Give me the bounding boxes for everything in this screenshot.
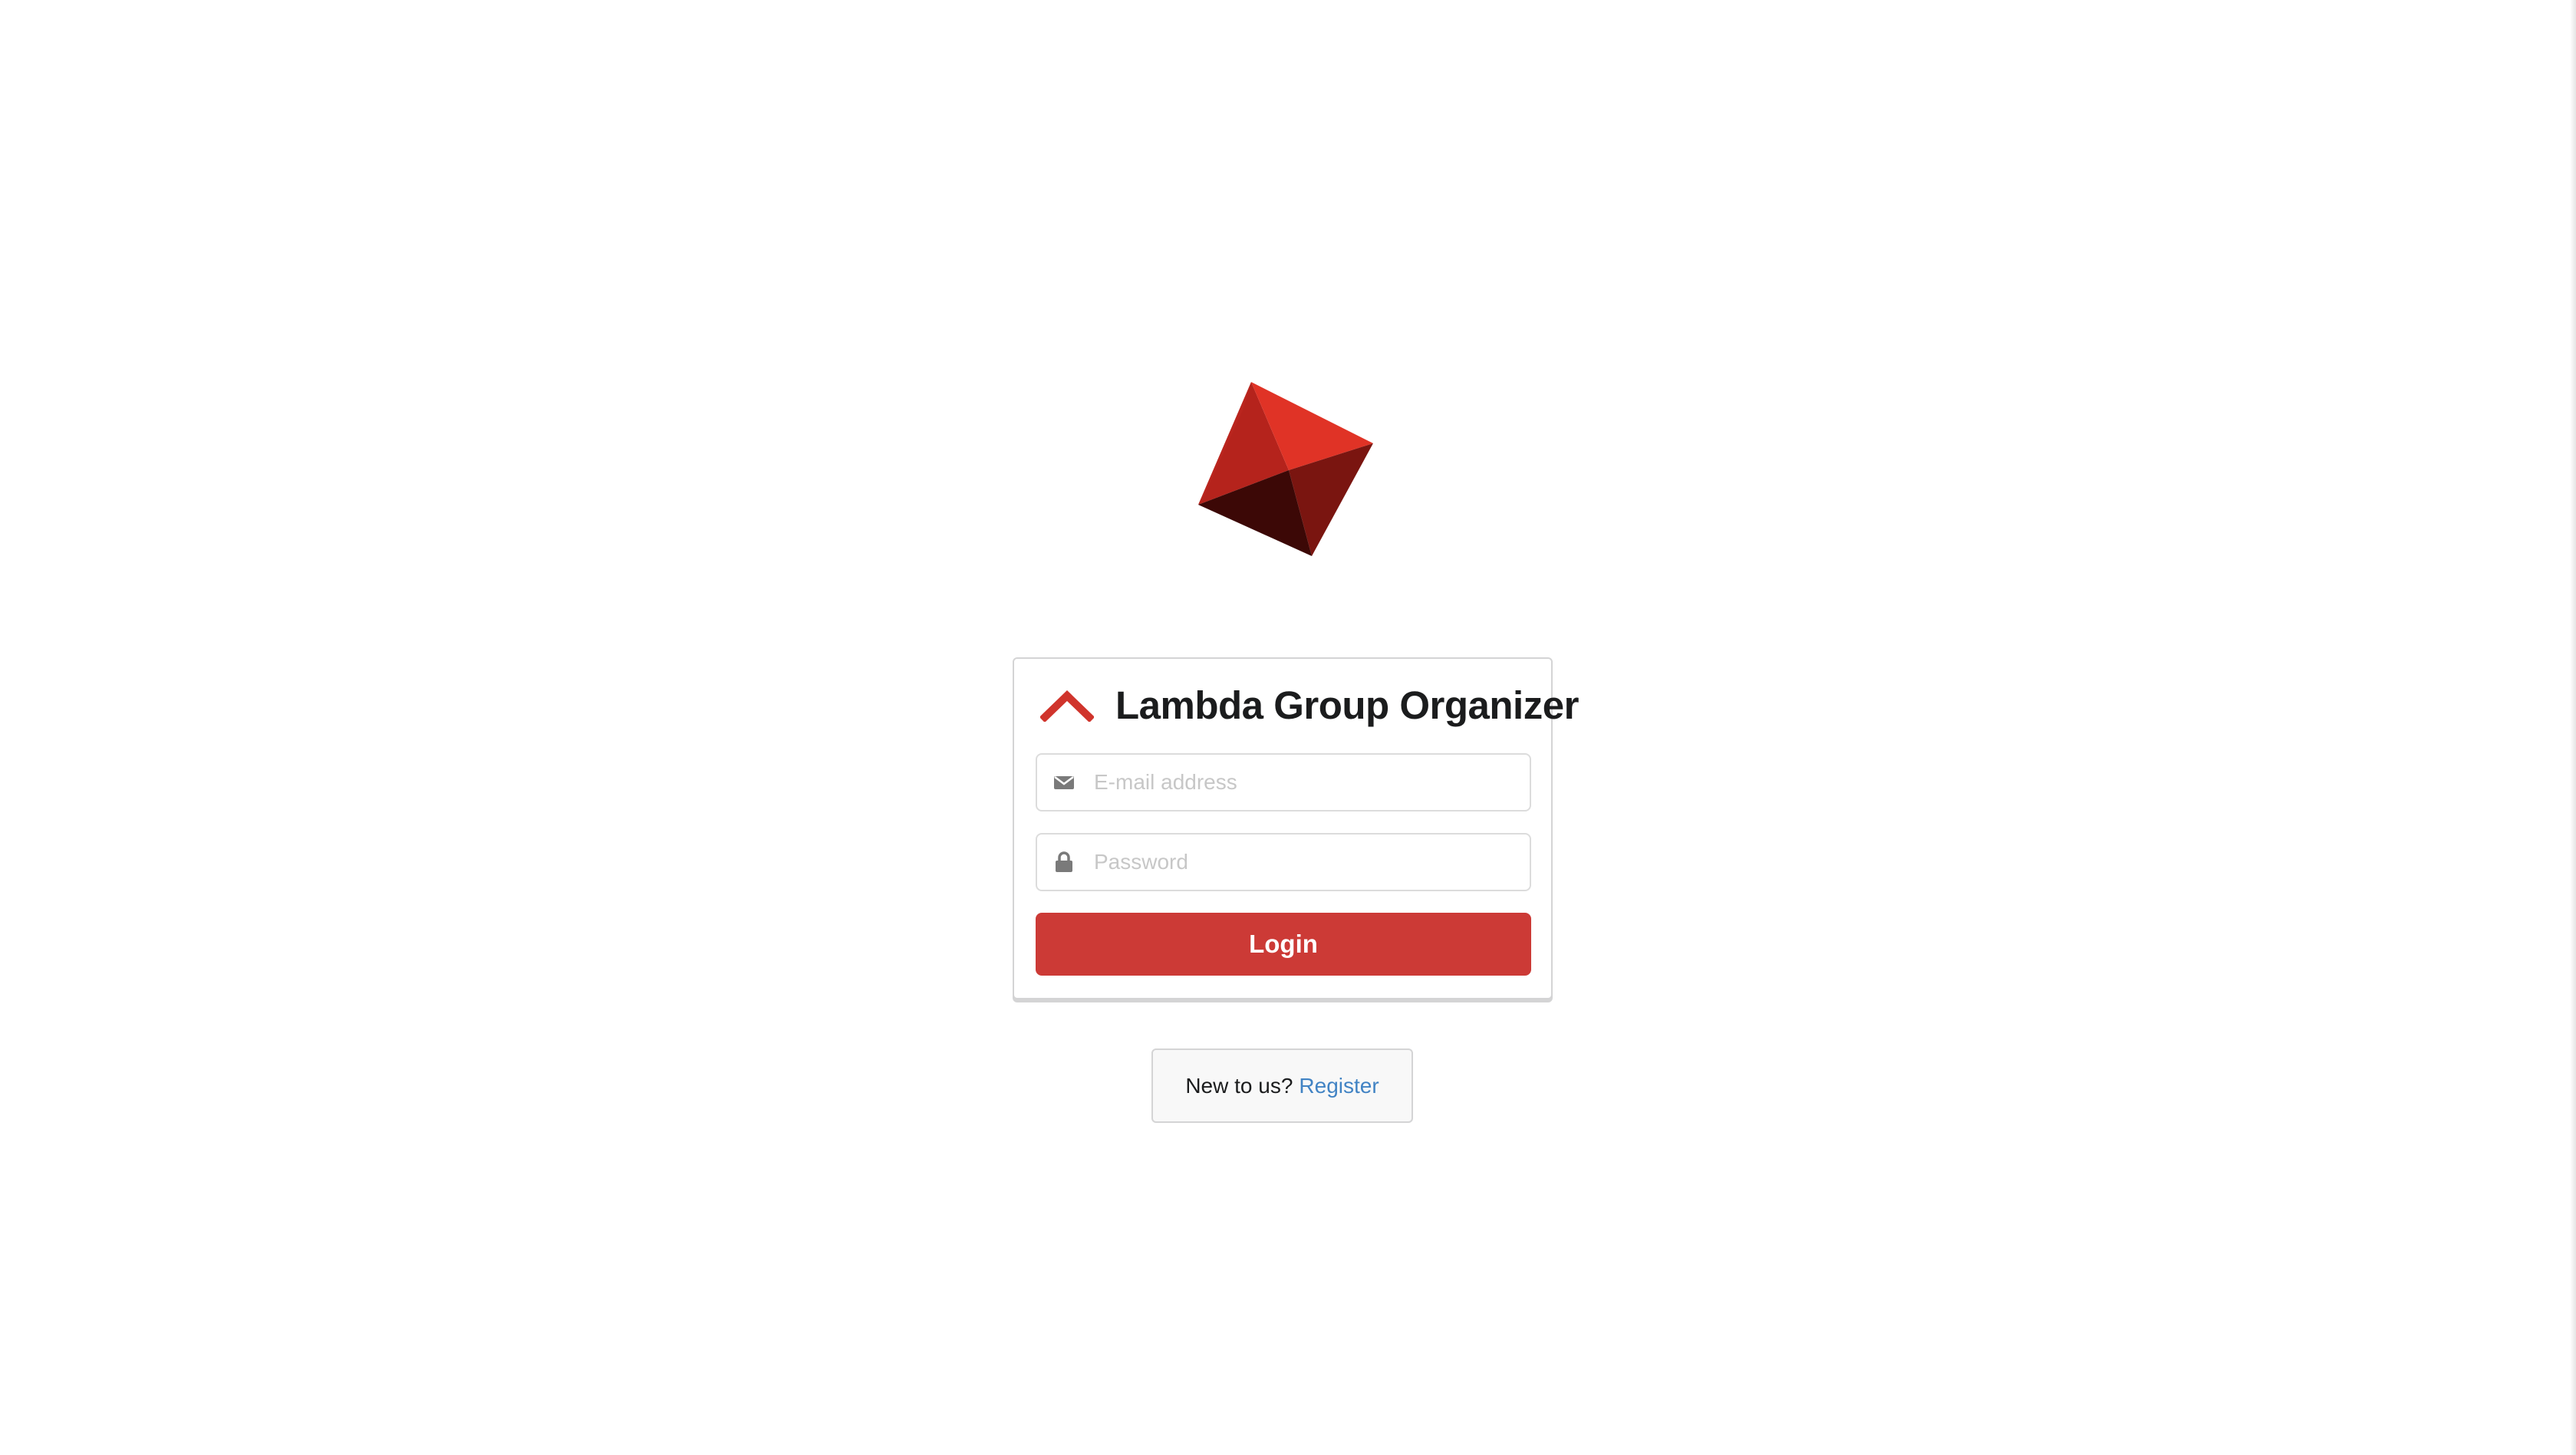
login-button[interactable]: Login xyxy=(1036,913,1531,976)
email-field[interactable] xyxy=(1036,753,1531,811)
window-edge-shadow xyxy=(2570,0,2576,1455)
login-header: Lambda Group Organizer xyxy=(1040,674,1579,736)
lock-icon xyxy=(1037,834,1091,890)
register-message: New to us? Register xyxy=(1151,1048,1413,1123)
password-input[interactable] xyxy=(1091,839,1530,885)
login-card: Lambda Group Organizer Login xyxy=(1013,657,1579,999)
chevron-up-icon xyxy=(1040,690,1094,722)
login-page: Lambda Group Organizer Login New xyxy=(0,0,2576,1455)
app-title: Lambda Group Organizer xyxy=(1115,683,1579,727)
octahedron-logo xyxy=(1198,382,1373,556)
register-link[interactable]: Register xyxy=(1299,1074,1379,1098)
envelope-icon xyxy=(1037,755,1091,810)
register-prompt-text: New to us? xyxy=(1185,1073,1293,1098)
password-field[interactable] xyxy=(1036,833,1531,891)
email-input[interactable] xyxy=(1091,759,1530,805)
